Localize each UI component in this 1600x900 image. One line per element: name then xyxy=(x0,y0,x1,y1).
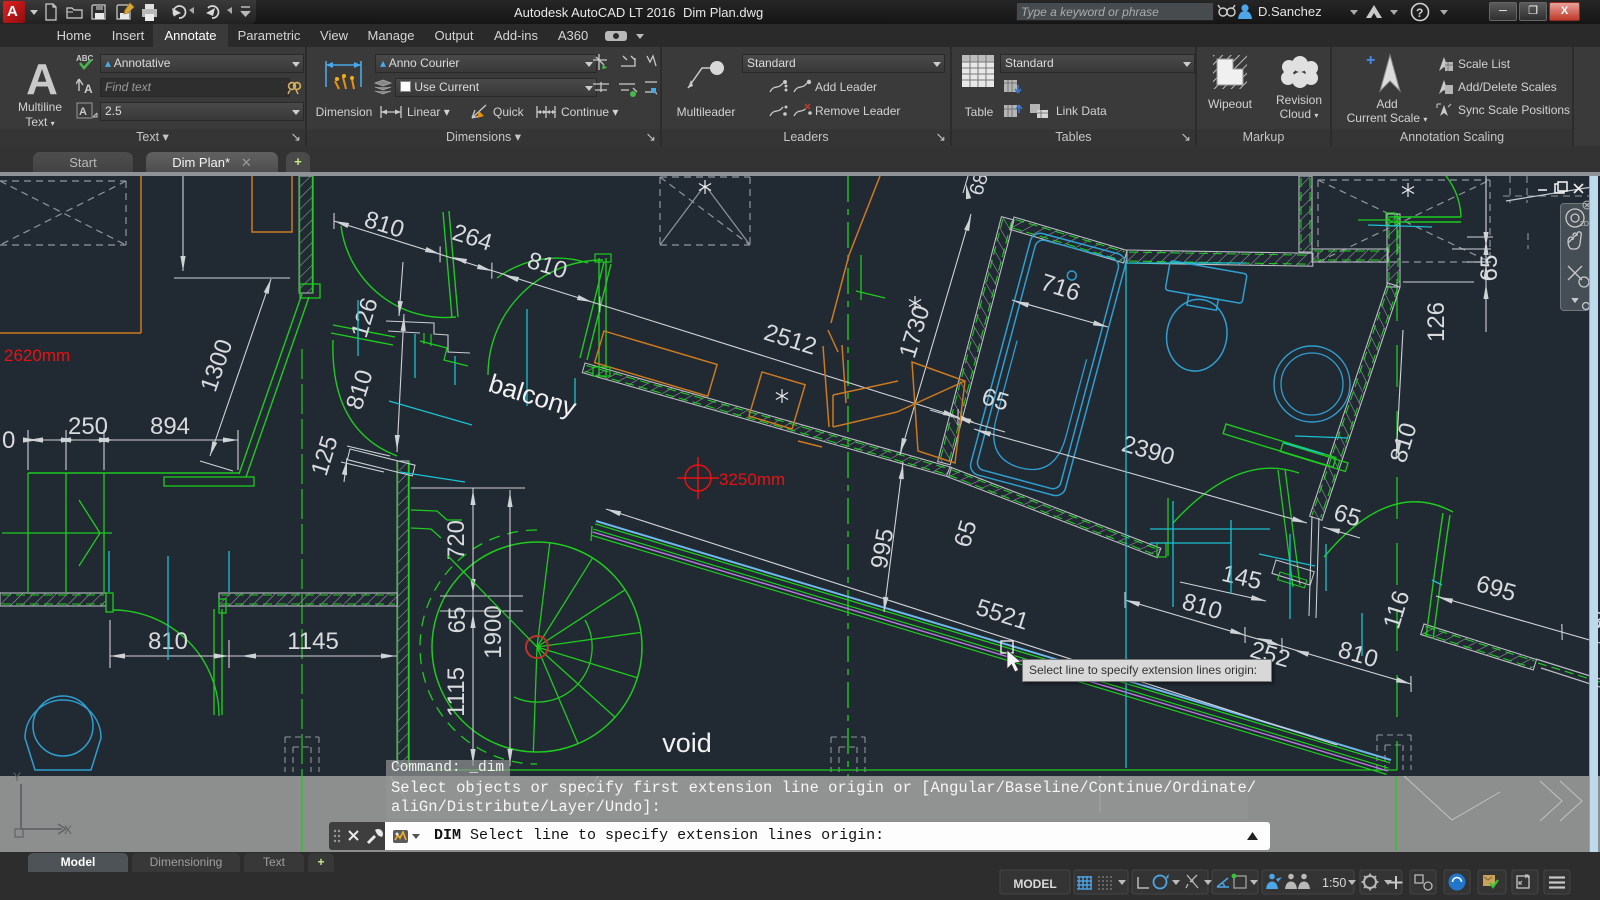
svg-text:?: ? xyxy=(1416,6,1423,20)
svg-text:2D: 2D xyxy=(1580,221,1589,228)
svg-text:A: A xyxy=(84,82,93,96)
svg-text:+: + xyxy=(1366,52,1375,69)
svg-text:1:50: 1:50 xyxy=(1322,876,1346,890)
svg-text:Y: Y xyxy=(13,770,21,784)
svg-text:MODEL: MODEL xyxy=(1013,877,1056,891)
svg-text:A: A xyxy=(79,106,87,118)
